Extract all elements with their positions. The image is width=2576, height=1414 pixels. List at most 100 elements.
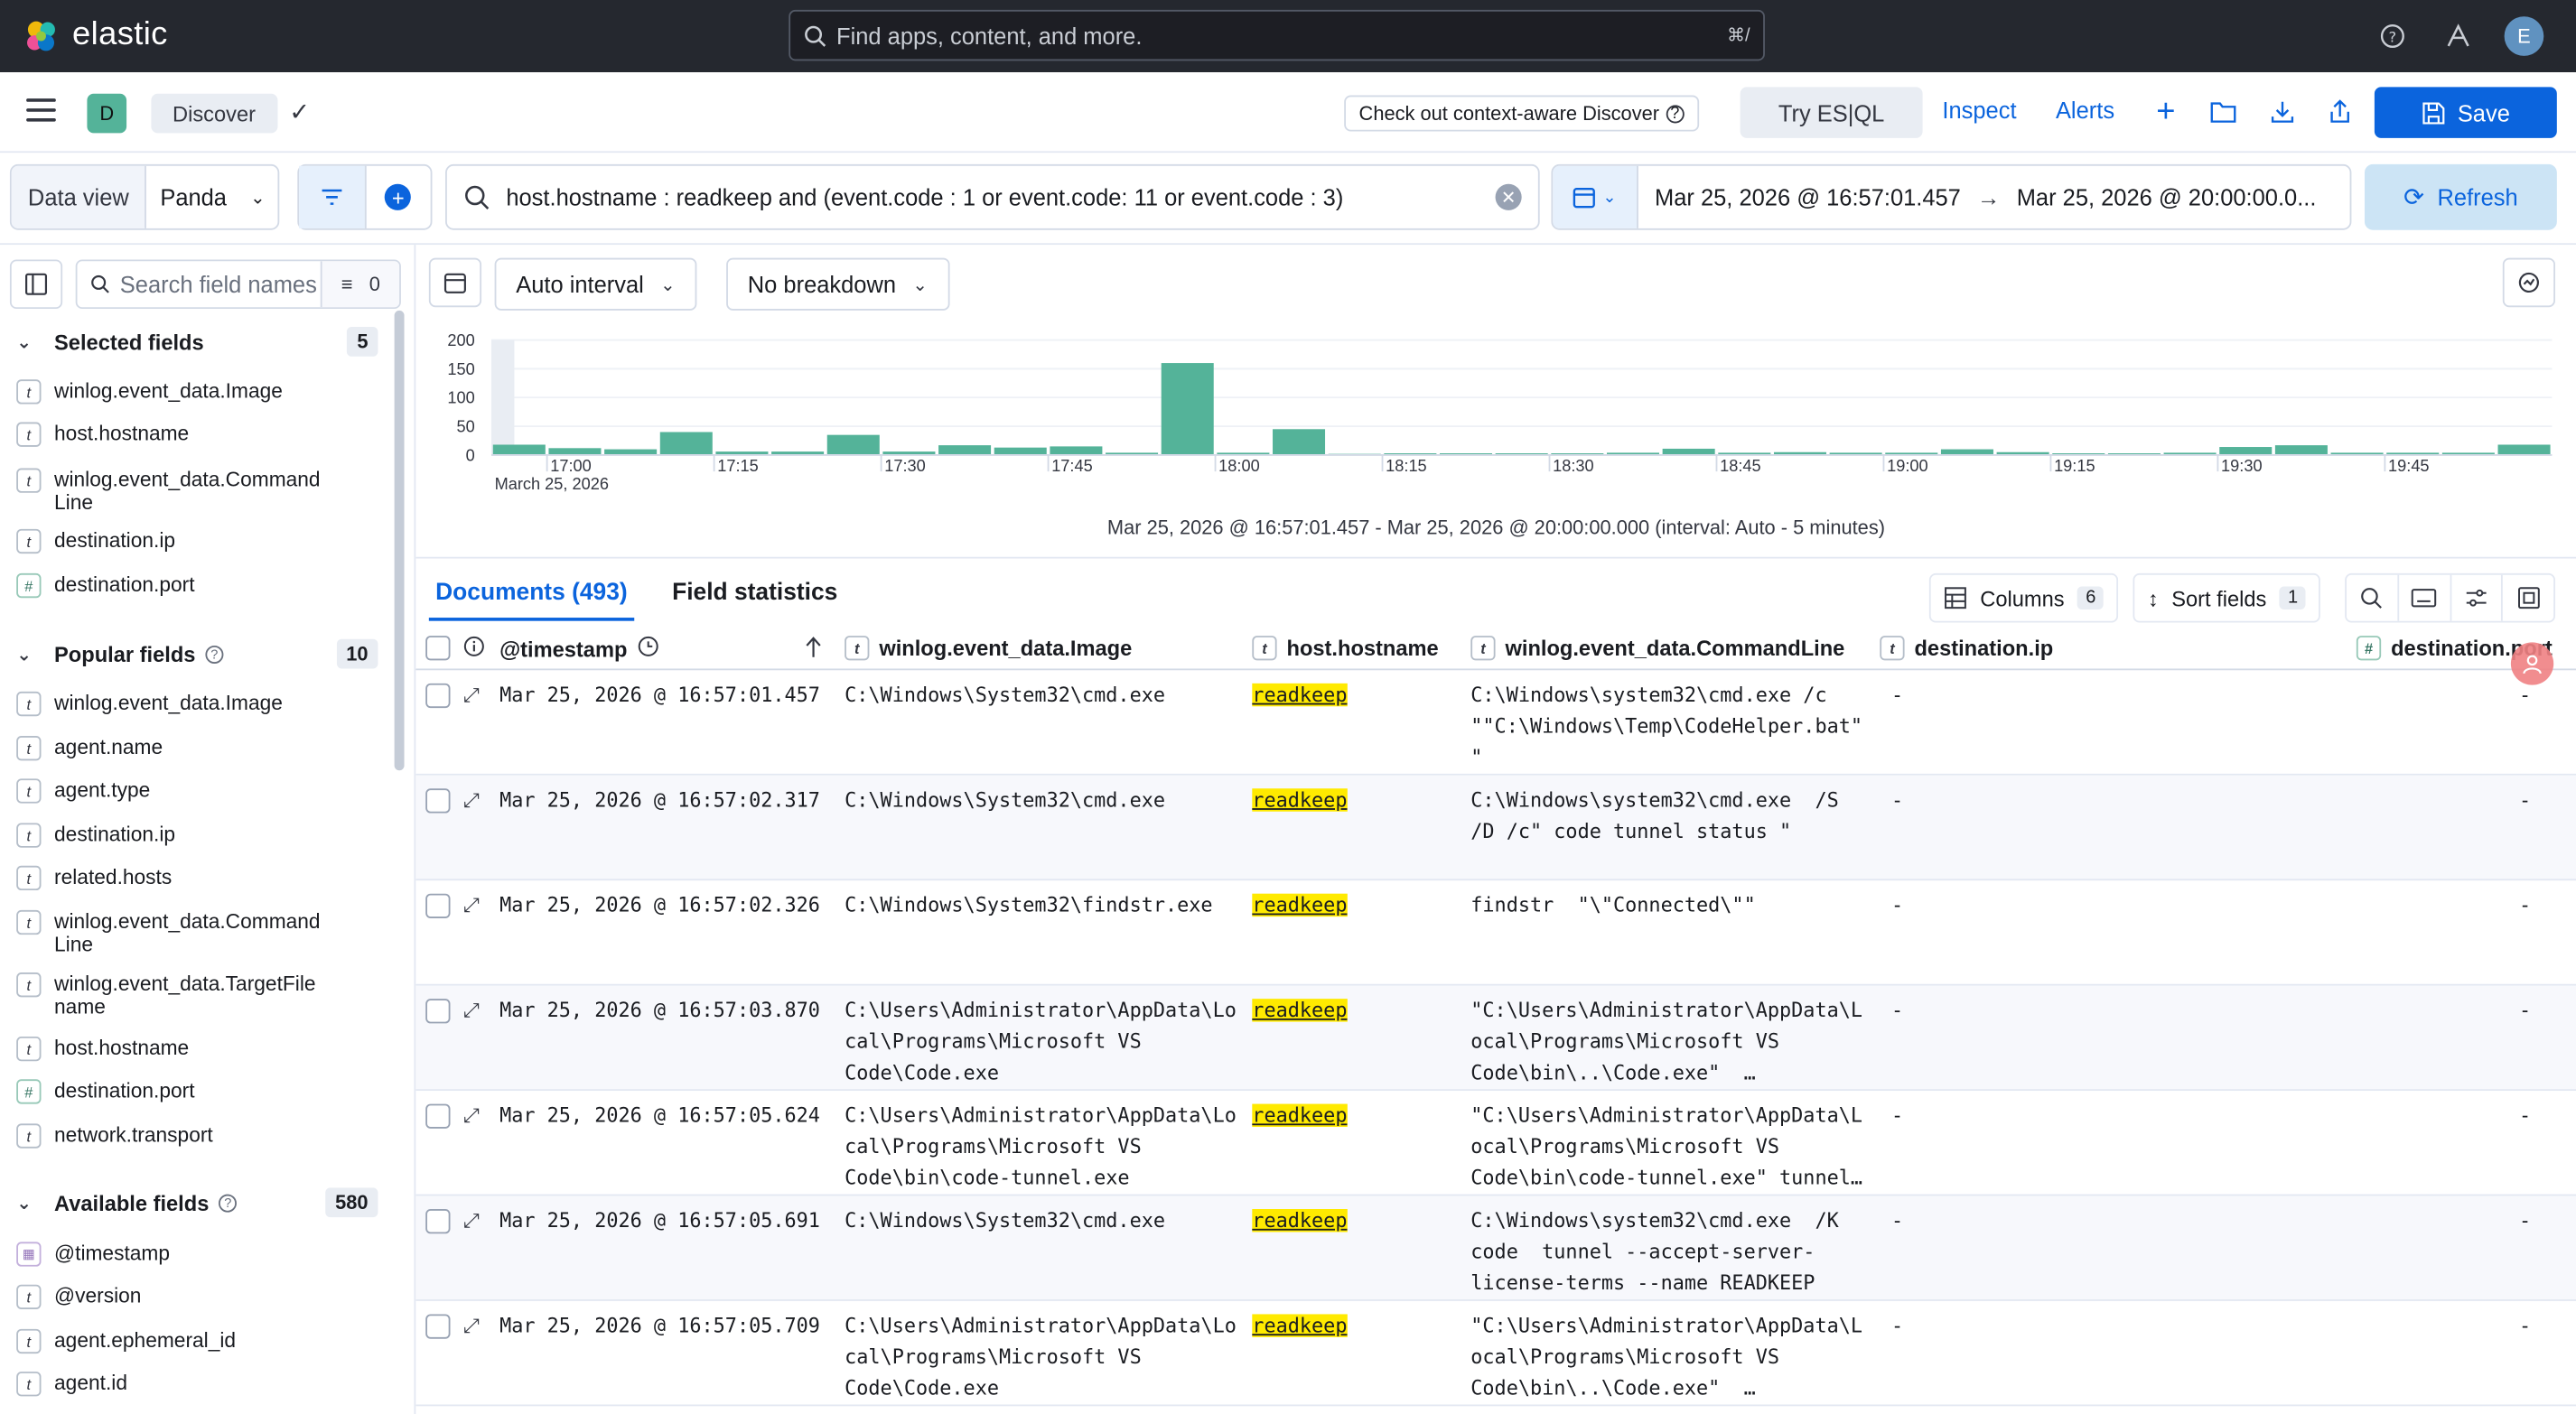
columns-button[interactable]: Columns 6 [1928, 572, 2119, 623]
sidebar-scrollbar[interactable] [394, 310, 405, 771]
global-search-input[interactable]: Find apps, content, and more. ⌘/ [789, 9, 1765, 61]
section-selected-fields[interactable]: ⌄ Selected fields 5 [16, 325, 378, 358]
kql-query-input[interactable]: host.hostname : readkeep and (event.code… [445, 163, 1540, 230]
inspect-button[interactable]: Inspect [1942, 97, 2016, 123]
row-checkbox[interactable] [425, 893, 451, 918]
floating-avatar[interactable] [2510, 642, 2554, 685]
histogram-bar[interactable] [548, 448, 602, 455]
field-item[interactable]: t agent.ephemeral_id [16, 1328, 378, 1354]
display-settings-icon[interactable] [2450, 574, 2504, 621]
quick-date-menu[interactable]: ⌄ [1553, 165, 1638, 228]
field-item[interactable]: t agent.name [16, 736, 378, 761]
clear-query-icon[interactable]: ✕ [1495, 183, 1522, 210]
field-item[interactable]: t agent.type [16, 778, 378, 804]
histogram-bar[interactable] [2497, 444, 2551, 455]
expand-row-icon[interactable]: ⤢ [463, 890, 479, 922]
new-search-icon[interactable]: + [2148, 93, 2184, 130]
toggle-chart-button[interactable] [428, 257, 482, 308]
field-item[interactable]: # destination.port [16, 1079, 378, 1104]
expand-row-icon[interactable]: ⤢ [463, 995, 479, 1027]
ai-assistant-icon[interactable] [2441, 18, 2477, 54]
expand-row-icon[interactable]: ⤢ [463, 1311, 479, 1343]
field-item[interactable]: t @version [16, 1284, 378, 1309]
try-esql-button[interactable]: Try ES|QL [1740, 87, 1923, 138]
field-search-input[interactable]: Search field names ≡ 0 [75, 259, 401, 310]
field-type-filter-button[interactable]: ≡ 0 [320, 261, 400, 308]
histogram-bar[interactable] [1662, 448, 1715, 455]
table-row[interactable]: ⤢ Mar 25, 2026 @ 16:57:02.326 C:\Windows\S… [415, 880, 2576, 986]
expand-row-icon[interactable]: ⤢ [463, 786, 479, 817]
sort-fields-button[interactable]: ↕ Sort fields 1 [2133, 572, 2321, 623]
data-view-picker[interactable]: Data view Panda ⌄ [9, 163, 281, 230]
field-item[interactable]: t destination.ip [16, 823, 378, 848]
column-header-hostname[interactable]: t host.hostname [1252, 636, 1439, 661]
alerts-button[interactable]: Alerts [2056, 97, 2114, 123]
sort-ascending-icon[interactable] [804, 636, 824, 658]
histogram-bar[interactable] [659, 432, 713, 455]
space-avatar[interactable]: D [87, 93, 127, 134]
filter-menu-button[interactable] [299, 165, 366, 228]
help-icon[interactable]: ? [2375, 18, 2411, 54]
section-available-fields[interactable]: ⌄ Available fields? 580 [16, 1186, 378, 1219]
search-in-table-icon[interactable] [2347, 574, 2399, 621]
row-checkbox[interactable] [425, 999, 451, 1024]
user-avatar[interactable]: E [2504, 16, 2544, 56]
row-checkbox[interactable] [425, 683, 451, 709]
expand-row-icon[interactable]: ⤢ [463, 680, 479, 712]
field-item[interactable]: t winlog.event_data.Image [16, 379, 378, 405]
breadcrumb-discover[interactable]: Discover [151, 93, 277, 134]
row-checkbox[interactable] [425, 1209, 451, 1234]
histogram-bar[interactable] [994, 447, 1047, 455]
histogram-bar[interactable] [2219, 447, 2273, 455]
table-row[interactable]: ⤢ Mar 25, 2026 @ 16:57:05.691 C:\Windows\S… [415, 1195, 2576, 1301]
expand-row-icon[interactable]: ⤢ [463, 1205, 479, 1237]
histogram-bar[interactable] [1161, 363, 1214, 455]
field-item[interactable]: t network.transport [16, 1123, 378, 1149]
histogram-bar[interactable] [826, 434, 880, 455]
table-row[interactable]: ⤢ Mar 25, 2026 @ 16:57:01.457 C:\Windows\S… [415, 670, 2576, 776]
table-row[interactable]: ⤢ Mar 25, 2026 @ 16:57:02.317 C:\Windows\S… [415, 775, 2576, 881]
field-item[interactable]: t winlog.event_data.CommandLine [16, 909, 378, 956]
open-folder-icon[interactable] [2206, 94, 2242, 130]
row-checkbox[interactable] [425, 788, 451, 814]
chart-options-button[interactable] [2502, 257, 2556, 308]
field-item[interactable]: # destination.port [16, 572, 378, 599]
row-checkbox[interactable] [425, 1103, 451, 1129]
elastic-logo[interactable]: elastic [23, 16, 167, 54]
field-item[interactable]: t agent.id [16, 1372, 378, 1397]
field-item[interactable]: t winlog.event_data.TargetFilename [16, 972, 378, 1019]
context-aware-button[interactable]: Check out context-aware Discover ? [1344, 95, 1699, 132]
field-item[interactable]: t host.hostname [16, 422, 378, 447]
collapse-sidebar-button[interactable] [9, 259, 63, 310]
help-icon[interactable]: ? [219, 1193, 238, 1212]
histogram-bar[interactable] [604, 449, 658, 455]
download-icon[interactable] [2264, 94, 2301, 130]
histogram-bar[interactable] [2274, 445, 2328, 455]
row-checkbox[interactable] [425, 1314, 451, 1339]
table-row[interactable]: ⤢ Mar 25, 2026 @ 16:57:03.870 C:\Users\Adm… [415, 985, 2576, 1092]
breakdown-dropdown[interactable]: No breakdown ⌄ [726, 257, 949, 311]
field-item[interactable]: t destination.ip [16, 528, 378, 554]
column-header-destination-ip[interactable]: t destination.ip [1880, 636, 2053, 661]
tab-documents[interactable]: Documents (493) [428, 580, 634, 621]
histogram-chart[interactable]: 0 50 100 150 200 17:00March 25, 2026 17:15 17:3… [415, 321, 2576, 509]
histogram-bar[interactable] [1050, 446, 1103, 455]
table-row[interactable]: ⤢ Mar 25, 2026 @ 16:57:05.709 C:\Users\Adm… [415, 1301, 2576, 1407]
table-row[interactable]: ⤢ Mar 25, 2026 @ 16:57:05.624 C:\Users\Adm… [415, 1091, 2576, 1196]
field-item[interactable]: t winlog.event_data.Image [16, 691, 378, 717]
share-icon[interactable] [2322, 94, 2358, 130]
column-header-timestamp[interactable]: @timestamp [499, 636, 658, 662]
field-item[interactable]: t host.hostname [16, 1036, 378, 1062]
interval-dropdown[interactable]: Auto interval ⌄ [494, 257, 697, 311]
help-icon[interactable]: ? [205, 645, 224, 664]
save-button[interactable]: Save [2374, 87, 2557, 138]
select-all-checkbox[interactable] [425, 636, 451, 661]
histogram-bar[interactable] [492, 444, 546, 455]
data-view-value[interactable]: Panda ⌄ [147, 184, 279, 210]
keyboard-icon[interactable] [2399, 574, 2451, 621]
menu-icon[interactable] [26, 98, 56, 122]
field-item[interactable]: t related.hosts [16, 865, 378, 891]
expand-row-icon[interactable]: ⤢ [463, 1101, 479, 1132]
date-end[interactable]: Mar 25, 2026 @ 20:00:00.0... [2017, 184, 2317, 210]
column-header-commandline[interactable]: t winlog.event_data.CommandLine [1470, 636, 1844, 661]
